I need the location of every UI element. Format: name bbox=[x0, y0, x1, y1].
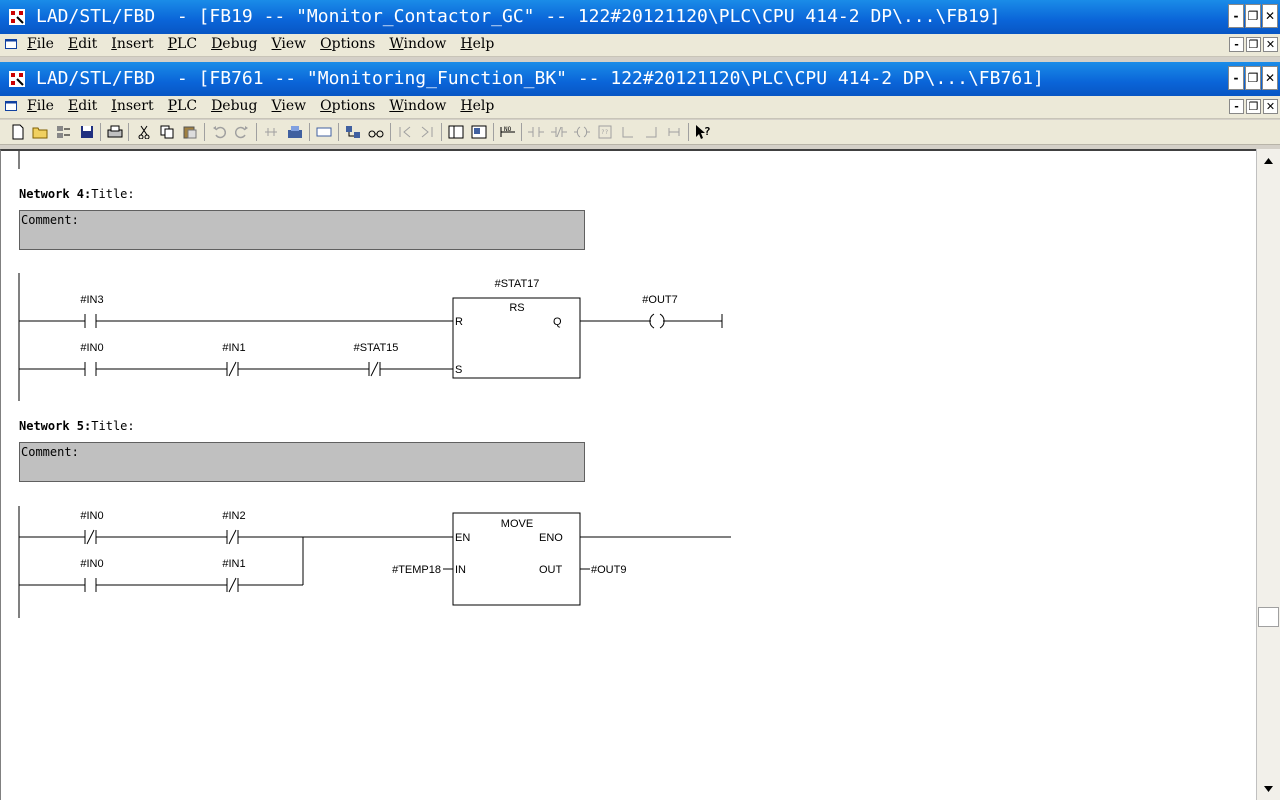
breakpoint-prev-icon[interactable] bbox=[396, 123, 414, 141]
open-branch-icon[interactable] bbox=[619, 123, 637, 141]
coil-icon[interactable] bbox=[573, 123, 591, 141]
menu-plc[interactable]: PLC bbox=[168, 36, 197, 52]
network-5-header[interactable]: Network 5:Title: bbox=[19, 419, 135, 433]
menu-view[interactable]: View bbox=[272, 98, 307, 114]
window-title: LAD/STL/FBD - [FB19 -- "Monitor_Contacto… bbox=[36, 6, 1001, 27]
details-icon[interactable] bbox=[470, 123, 488, 141]
overview-icon[interactable] bbox=[447, 123, 465, 141]
restore-button[interactable]: ❐ bbox=[1245, 4, 1261, 28]
menu-window[interactable]: Window bbox=[389, 36, 446, 52]
menu-debug[interactable]: Debug bbox=[211, 98, 257, 114]
download-icon[interactable] bbox=[344, 123, 362, 141]
scroll-up-arrow-icon[interactable] bbox=[1258, 151, 1279, 171]
svg-text:??: ?? bbox=[601, 129, 609, 136]
scroll-thumb[interactable] bbox=[1258, 607, 1279, 627]
save-icon[interactable] bbox=[78, 123, 96, 141]
ladder-editor[interactable]: Network 4:Title: Comment: #IN3 #IN0 #IN1… bbox=[0, 149, 1256, 800]
vertical-scrollbar[interactable] bbox=[1256, 149, 1280, 800]
network-icon[interactable] bbox=[55, 123, 73, 141]
scroll-down-arrow-icon[interactable] bbox=[1258, 779, 1279, 799]
menu-bar-1: File Edit Insert PLC Debug View Options … bbox=[0, 34, 1280, 57]
minimize-button[interactable]: - bbox=[1228, 4, 1244, 28]
network-4-title: Title: bbox=[91, 187, 135, 201]
svg-text:NO: NO bbox=[504, 126, 512, 133]
menu-insert[interactable]: Insert bbox=[111, 36, 153, 52]
mdi-minimize-button[interactable]: - bbox=[1229, 37, 1244, 52]
svg-text:?: ? bbox=[704, 125, 711, 138]
close-button[interactable]: ✕ bbox=[1262, 4, 1278, 28]
open-folder-icon[interactable] bbox=[31, 123, 49, 141]
menu-insert[interactable]: Insert bbox=[111, 98, 153, 114]
menu-debug[interactable]: Debug bbox=[211, 36, 257, 52]
cut-icon[interactable] bbox=[135, 123, 153, 141]
menu-file[interactable]: File bbox=[27, 98, 54, 114]
menu-edit[interactable]: Edit bbox=[68, 36, 97, 52]
menu-bar-2: File Edit Insert PLC Debug View Options … bbox=[0, 96, 1280, 119]
network-4-label: Network 4 bbox=[19, 187, 85, 201]
mdi-minimize-button[interactable]: - bbox=[1229, 99, 1244, 114]
app-icon bbox=[9, 9, 25, 25]
menu-edit[interactable]: Edit bbox=[68, 98, 97, 114]
title-bar-fb761[interactable]: LAD/STL/FBD - [FB761 -- "Monitoring_Func… bbox=[0, 62, 1280, 96]
print-icon[interactable] bbox=[106, 123, 124, 141]
menu-help[interactable]: Help bbox=[460, 36, 494, 52]
close-button[interactable]: ✕ bbox=[1262, 66, 1278, 90]
menu-options[interactable]: Options bbox=[320, 98, 375, 114]
network-5-comment[interactable]: Comment: bbox=[19, 442, 585, 482]
new-icon[interactable] bbox=[9, 123, 27, 141]
breakpoint-next-icon[interactable] bbox=[418, 123, 436, 141]
window-title: LAD/STL/FBD - [FB761 -- "Monitoring_Func… bbox=[36, 68, 1044, 89]
nc-contact-icon[interactable] bbox=[550, 123, 568, 141]
network-4-comment[interactable]: Comment: bbox=[19, 210, 585, 250]
menu-options[interactable]: Options bbox=[320, 36, 375, 52]
toolbar: NO ?? ? bbox=[0, 120, 1280, 145]
copy-icon[interactable] bbox=[158, 123, 176, 141]
no-contact-icon[interactable] bbox=[527, 123, 545, 141]
monitor-glasses-icon[interactable] bbox=[367, 123, 385, 141]
redo-icon[interactable] bbox=[233, 123, 251, 141]
online-offline-icon[interactable] bbox=[315, 123, 333, 141]
menu-window[interactable]: Window bbox=[389, 98, 446, 114]
context-help-icon[interactable]: ? bbox=[694, 123, 712, 141]
mdi-close-button[interactable]: ✕ bbox=[1263, 37, 1278, 52]
menu-file[interactable]: File bbox=[27, 36, 54, 52]
mdi-restore-button[interactable]: ❐ bbox=[1246, 99, 1261, 114]
minimize-button[interactable]: - bbox=[1228, 66, 1244, 90]
network-5-label: Network 5 bbox=[19, 419, 85, 433]
new-network-icon[interactable]: NO bbox=[499, 123, 517, 141]
compare-icon[interactable] bbox=[262, 123, 280, 141]
title-bar-fb19[interactable]: LAD/STL/FBD - [FB19 -- "Monitor_Contacto… bbox=[0, 0, 1280, 34]
app-icon bbox=[9, 71, 25, 87]
document-icon[interactable] bbox=[5, 101, 17, 111]
undo-icon[interactable] bbox=[210, 123, 228, 141]
mdi-close-button[interactable]: ✕ bbox=[1263, 99, 1278, 114]
connection-icon[interactable] bbox=[665, 123, 683, 141]
menu-view[interactable]: View bbox=[272, 36, 307, 52]
accessible-nodes-icon[interactable] bbox=[286, 123, 304, 141]
network-4-header[interactable]: Network 4:Title: bbox=[19, 187, 135, 201]
document-icon[interactable] bbox=[5, 39, 17, 49]
menu-help[interactable]: Help bbox=[460, 98, 494, 114]
menu-plc[interactable]: PLC bbox=[168, 98, 197, 114]
mdi-restore-button[interactable]: ❐ bbox=[1246, 37, 1261, 52]
network-5-title: Title: bbox=[91, 419, 135, 433]
empty-box-icon[interactable]: ?? bbox=[596, 123, 614, 141]
paste-icon[interactable] bbox=[181, 123, 199, 141]
restore-button[interactable]: ❐ bbox=[1245, 66, 1261, 90]
close-branch-icon[interactable] bbox=[642, 123, 660, 141]
